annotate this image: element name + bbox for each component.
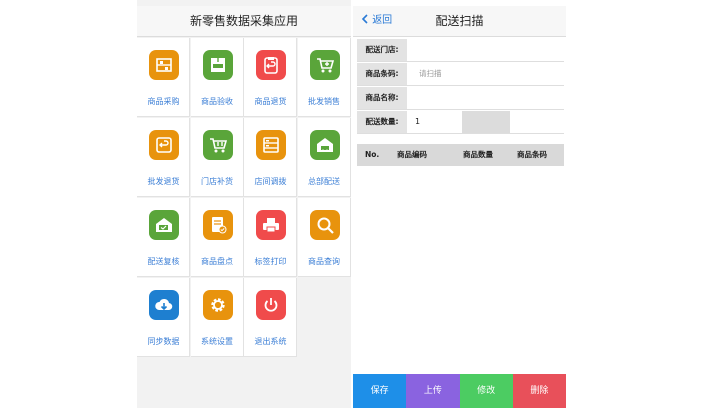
barcode-row: 商品条码: 请扫描 bbox=[357, 63, 564, 86]
barcode-label: 商品条码: bbox=[357, 63, 407, 85]
printer-icon bbox=[256, 210, 286, 240]
cart-plus-icon bbox=[309, 50, 340, 80]
scan-table-header: No. 商品编码 商品数量 商品条码 bbox=[357, 144, 564, 166]
save-button[interactable]: 保存 bbox=[353, 374, 407, 408]
back-label: 返回 bbox=[372, 15, 393, 26]
menu-item-label: 配送复核 bbox=[147, 257, 180, 266]
col-no: No. bbox=[365, 150, 380, 159]
qty-stepper[interactable] bbox=[462, 111, 510, 133]
menu-item[interactable]: 门店补货 bbox=[190, 118, 244, 197]
gear-icon bbox=[202, 290, 233, 320]
qty-input[interactable]: 1 bbox=[415, 111, 461, 133]
menu-item[interactable]: 商品盘点 bbox=[190, 198, 244, 277]
store-label: 配送门店: bbox=[357, 39, 407, 61]
menu-item-label: 店间调拨 bbox=[254, 177, 287, 186]
barcode-input[interactable]: 请扫描 bbox=[419, 63, 569, 85]
cabinet-icon bbox=[256, 130, 286, 160]
cloud-download-icon bbox=[149, 290, 179, 320]
menu-item[interactable]: 系统设置 bbox=[190, 278, 244, 357]
magnifier-icon bbox=[309, 210, 340, 240]
menu-item[interactable]: 同步数据 bbox=[137, 278, 190, 357]
chevron-left-icon bbox=[361, 14, 372, 26]
name-label: 商品名称: bbox=[357, 87, 407, 109]
return-box-icon bbox=[149, 130, 179, 160]
menu-item-label: 批发销售 bbox=[308, 97, 340, 106]
power-icon bbox=[256, 290, 286, 320]
menu-item-label: 商品采购 bbox=[147, 97, 180, 106]
menu-item-label: 系统设置 bbox=[201, 337, 233, 346]
menu-item-label: 标签打印 bbox=[254, 257, 287, 266]
header-bar: 配送扫描 返回 bbox=[353, 6, 566, 37]
menu-item[interactable]: 商品查询 bbox=[297, 198, 351, 277]
truck-check-icon bbox=[149, 210, 179, 240]
main-menu-panel: 新零售数据采集应用 商品采购 商品验收 商品退货 批发销售批发退货 门店补货 店间调拨 总部… bbox=[137, 0, 351, 408]
menu-item[interactable]: 批发退货 bbox=[137, 118, 190, 197]
menu-item-label: 门店补货 bbox=[201, 177, 233, 186]
cart-icon bbox=[202, 130, 233, 160]
menu-item[interactable]: 配送复核 bbox=[137, 198, 190, 277]
back-button[interactable]: 返回 bbox=[361, 6, 392, 36]
shelf-icon bbox=[149, 50, 179, 80]
col-qty: 商品数量 bbox=[463, 150, 493, 159]
menu-item[interactable]: 标签打印 bbox=[244, 198, 297, 277]
upload-button[interactable]: 上传 bbox=[406, 374, 460, 408]
qty-label: 配送数量: bbox=[357, 111, 407, 133]
edit-button[interactable]: 修改 bbox=[459, 374, 513, 408]
document-check-icon bbox=[202, 210, 233, 240]
menu-item[interactable]: 批发销售 bbox=[297, 38, 351, 117]
col-code: 商品编码 bbox=[397, 150, 427, 159]
menu-item-label: 批发退货 bbox=[147, 177, 180, 186]
menu-item[interactable]: 商品验收 bbox=[190, 38, 244, 117]
menu-item-label: 总部配送 bbox=[308, 177, 340, 186]
menu-item-label: 商品退货 bbox=[254, 97, 287, 106]
delete-button[interactable]: 删除 bbox=[512, 374, 566, 408]
menu-item[interactable]: 商品退货 bbox=[244, 38, 297, 117]
menu-item-label: 商品查询 bbox=[308, 257, 340, 266]
menu-item-label: 退出系统 bbox=[254, 337, 287, 346]
action-bar: 保存 上传 修改 删除 bbox=[353, 374, 566, 408]
menu-item-label: 同步数据 bbox=[147, 337, 180, 346]
name-row: 商品名称: bbox=[357, 87, 564, 110]
menu-item[interactable]: 店间调拨 bbox=[244, 118, 297, 197]
inspection-icon bbox=[202, 50, 233, 80]
warehouse-truck-icon bbox=[309, 130, 340, 160]
store-row: 配送门店: bbox=[357, 39, 564, 62]
name-field[interactable] bbox=[412, 87, 562, 109]
return-clipboard-icon bbox=[256, 50, 286, 80]
menu-item[interactable]: 商品采购 bbox=[137, 38, 190, 117]
menu-item[interactable]: 总部配送 bbox=[297, 118, 351, 197]
col-barcode: 商品条码 bbox=[517, 150, 547, 159]
delivery-scan-panel: 配送扫描 返回 配送门店: 商品条码: 请扫描 商品名称: 配送数量: 1 No… bbox=[353, 0, 566, 408]
qty-row: 配送数量: 1 bbox=[357, 111, 564, 134]
menu-item[interactable]: 退出系统 bbox=[244, 278, 297, 357]
menu-item-label: 商品盘点 bbox=[201, 257, 233, 266]
app-title: 新零售数据采集应用 bbox=[137, 6, 351, 37]
menu-item-label: 商品验收 bbox=[201, 97, 233, 106]
store-field[interactable] bbox=[412, 39, 562, 61]
